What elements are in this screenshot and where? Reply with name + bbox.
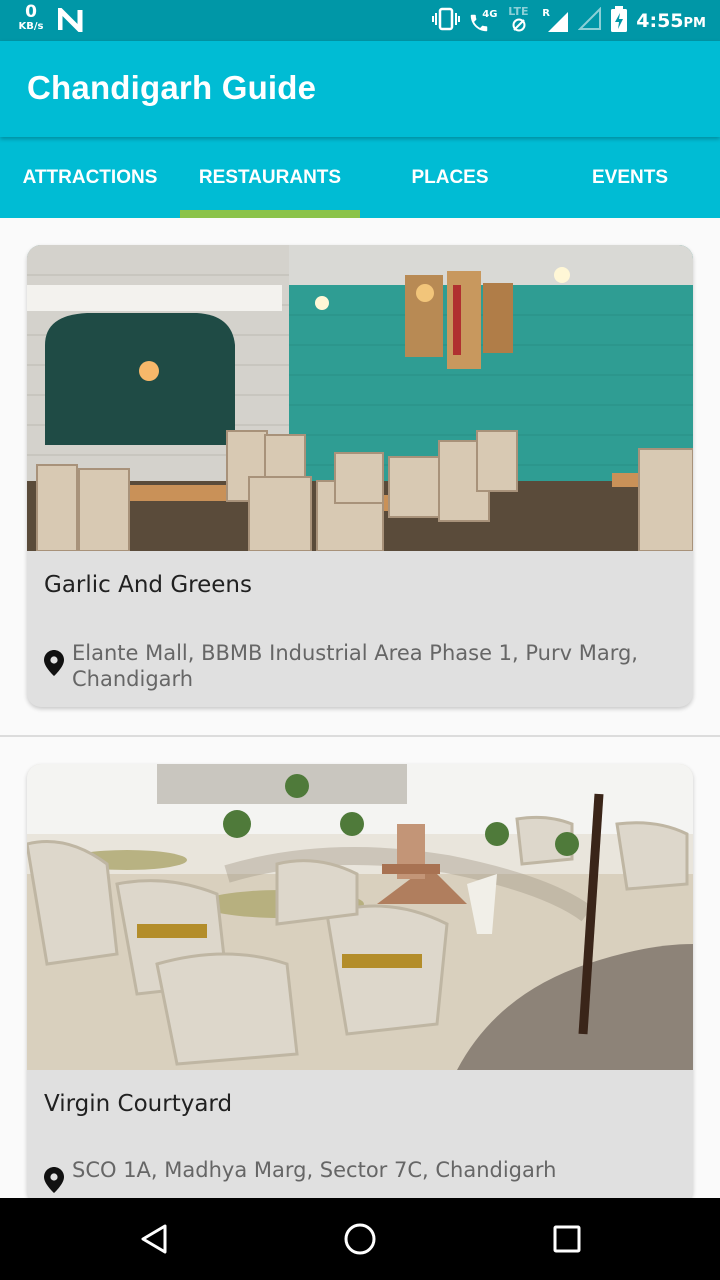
network-speed: 0 KB/s <box>14 4 48 32</box>
n-logo-icon <box>57 3 84 37</box>
tab-bar: ATTRACTIONS RESTAURANTS PLACES EVENTS <box>0 137 720 218</box>
speed-value: 0 <box>25 2 37 22</box>
restaurant-list[interactable]: Garlic And Greens Elante Mall, BBMB Indu… <box>0 218 720 1198</box>
clock-ampm: PM <box>683 15 706 31</box>
location-pin-icon <box>44 640 68 692</box>
back-icon[interactable] <box>132 1217 176 1261</box>
clock-time: 4:55 <box>636 9 684 32</box>
restaurant-card[interactable]: Garlic And Greens Elante Mall, BBMB Indu… <box>27 245 693 707</box>
restaurant-name: Garlic And Greens <box>44 572 252 598</box>
location-pin-icon <box>44 1157 68 1197</box>
restaurant-name: Virgin Courtyard <box>44 1091 233 1117</box>
call-4g-icon: 4G <box>468 8 500 34</box>
address-text: SCO 1A, Madhya Marg, Sector 7C, Chandiga… <box>72 1158 557 1182</box>
restaurant-address: SCO 1A, Madhya Marg, Sector 7C, Chandiga… <box>44 1157 672 1197</box>
clock: 4:55PM <box>636 10 706 32</box>
home-icon[interactable] <box>338 1217 382 1261</box>
signal-empty-icon <box>577 6 602 35</box>
list-divider <box>0 735 720 737</box>
recents-icon[interactable] <box>545 1217 589 1261</box>
network-type-label: 4G <box>482 8 498 20</box>
restaurant-image <box>27 245 693 551</box>
app-title: Chandigarh Guide <box>27 69 317 106</box>
status-bar: 0 KB/s 4G LTE R 4:55PM <box>0 0 720 41</box>
tab-attractions[interactable]: ATTRACTIONS <box>0 137 180 218</box>
vibrate-icon <box>432 7 461 35</box>
battery-charging-icon <box>610 5 628 36</box>
tab-restaurants[interactable]: RESTAURANTS <box>180 137 360 218</box>
restaurant-card[interactable]: Virgin Courtyard SCO 1A, Madhya Marg, Se… <box>27 764 693 1198</box>
address-text: Elante Mall, BBMB Industrial Area Phase … <box>72 641 638 691</box>
signal-icon: R <box>542 8 570 34</box>
data-saver-icon: LTE <box>508 5 534 34</box>
tab-places[interactable]: PLACES <box>360 137 540 218</box>
restaurant-image <box>27 764 693 1070</box>
app-bar: Chandigarh Guide <box>0 41 720 137</box>
tab-events[interactable]: EVENTS <box>540 137 720 218</box>
navigation-bar <box>0 1198 720 1280</box>
speed-unit: KB/s <box>18 21 44 32</box>
restaurant-address: Elante Mall, BBMB Industrial Area Phase … <box>44 640 672 692</box>
